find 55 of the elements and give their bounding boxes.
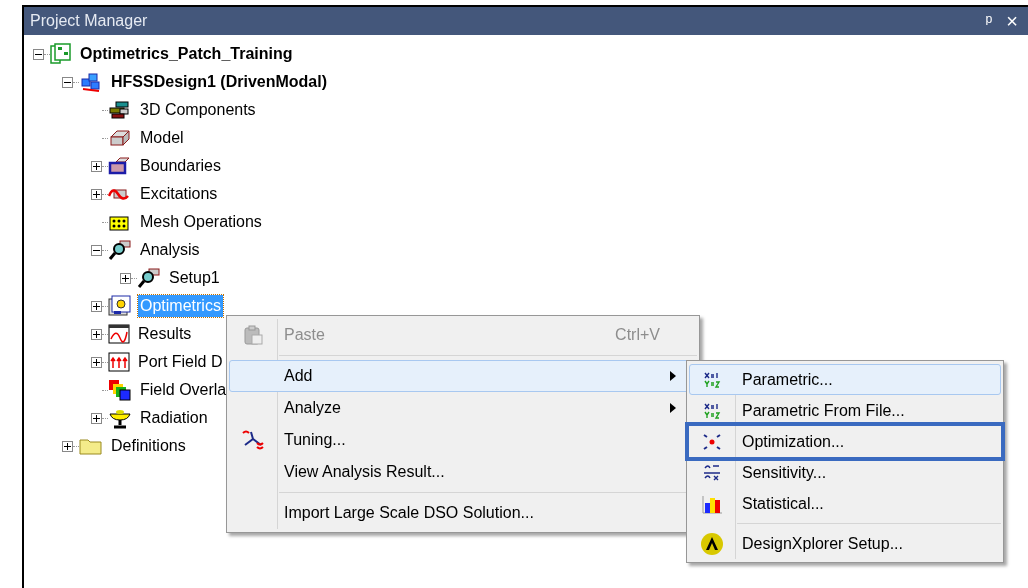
bar-chart-icon [701, 493, 723, 514]
equations-icon [703, 401, 721, 420]
tree-item[interactable]: Setup1 [167, 267, 222, 289]
tree-node-icon [108, 379, 132, 401]
tree-node-icon [108, 156, 132, 176]
tree-node-icon [50, 43, 72, 65]
menu-item[interactable]: Statistical... [689, 488, 1001, 519]
tree-node-icon [108, 352, 130, 372]
tree-node-icon [108, 128, 132, 148]
tree-node-icon [108, 407, 132, 429]
derivative-icon [702, 462, 722, 483]
tree-node-icon [108, 239, 132, 261]
menu-item[interactable]: Sensitivity... [689, 457, 1001, 488]
expand-icon[interactable] [90, 412, 102, 424]
panel-title: Project Manager [30, 11, 148, 31]
target-icon [702, 432, 722, 451]
tree-item[interactable]: Definitions [109, 435, 188, 457]
close-button[interactable]: × [1006, 11, 1018, 31]
collapse-icon[interactable] [32, 48, 44, 60]
expand-icon[interactable] [90, 300, 102, 312]
expand-icon[interactable] [90, 188, 102, 200]
expand-icon[interactable] [90, 160, 102, 172]
menu-item[interactable]: Parametric... [689, 364, 1001, 395]
tree-node-icon [108, 295, 132, 317]
tree-node-icon [79, 71, 103, 93]
tree-node-icon [108, 324, 130, 344]
tree-node-icon [137, 267, 161, 289]
expand-icon[interactable] [119, 272, 131, 284]
tree-item[interactable]: Results [136, 323, 194, 345]
pin-button[interactable]: ᵖ [985, 12, 993, 30]
expand-icon[interactable] [90, 356, 102, 368]
tree-item[interactable]: Mesh Operations [138, 211, 264, 233]
tree-item[interactable]: Analysis [138, 239, 202, 261]
menu-item[interactable]: Parametric From File... [689, 395, 1001, 426]
tree-item[interactable]: Port Field D [136, 351, 225, 373]
menu-item[interactable]: DesignXplorer Setup... [689, 528, 1001, 559]
logo-icon [700, 531, 724, 556]
tree-item[interactable]: HFSSDesign1 (DrivenModal) [109, 71, 330, 93]
collapse-icon[interactable] [61, 76, 73, 88]
tree-item[interactable]: Model [138, 127, 186, 149]
tree-node-icon [79, 436, 103, 456]
equations-icon [703, 370, 721, 389]
expand-icon[interactable] [90, 328, 102, 340]
tree-item[interactable]: Field Overla [138, 379, 229, 401]
menu-item[interactable]: Optimization... [689, 426, 1001, 457]
collapse-icon[interactable] [90, 244, 102, 256]
antenna-icon [241, 429, 265, 451]
tree-item[interactable]: Boundaries [138, 155, 223, 177]
tree-item[interactable]: Optimetrics_Patch_Training [78, 43, 295, 65]
expand-icon[interactable] [61, 440, 73, 452]
clipboard-icon [242, 324, 264, 346]
tree-item[interactable]: Excitations [138, 183, 220, 205]
tree-node-icon [108, 100, 132, 120]
tree-item[interactable]: Radiation [138, 407, 210, 429]
tree-item[interactable]: 3D Components [138, 99, 258, 121]
